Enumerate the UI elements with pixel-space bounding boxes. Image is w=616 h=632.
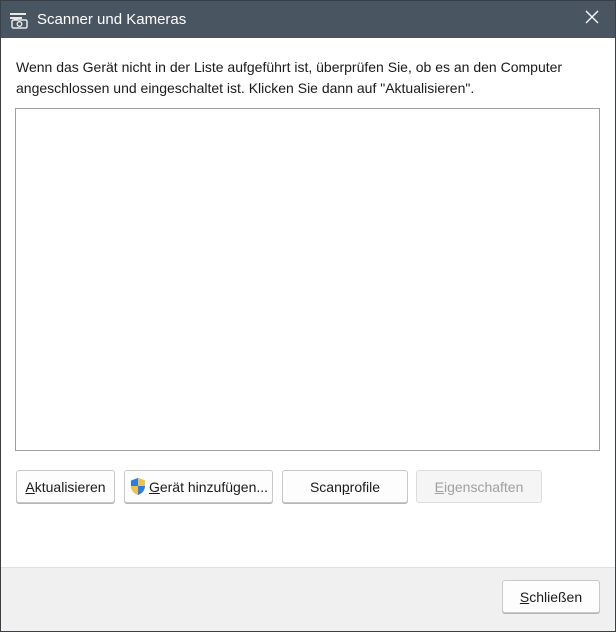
refresh-button[interactable]: Aktualisieren: [16, 470, 115, 503]
refresh-label-mnemonic: A: [25, 478, 35, 495]
scanner-camera-icon: [9, 10, 31, 30]
add-device-label-post: erät hinzufügen...: [159, 478, 269, 495]
instruction-line-1: Wenn das Gerät nicht in der Liste aufgef…: [16, 59, 563, 75]
instruction-text: Wenn das Gerät nicht in der Liste aufgef…: [16, 57, 606, 99]
close-button[interactable]: Schließen: [502, 580, 600, 613]
close-label-post: chließen: [529, 588, 583, 605]
device-list[interactable]: [15, 108, 600, 451]
dialog-footer: Schließen: [1, 567, 615, 631]
properties-button[interactable]: Eigenschaften: [416, 470, 542, 503]
scan-profiles-button[interactable]: Scan p rofile: [282, 470, 408, 503]
scan-profiles-label-post: rofile: [349, 478, 381, 495]
uac-shield-icon: [129, 477, 147, 496]
close-window-button[interactable]: [569, 1, 615, 38]
add-device-button[interactable]: Gerät hinzufügen...: [124, 470, 273, 503]
refresh-label-post: ktualisieren: [34, 478, 106, 495]
scan-profiles-label-mnemonic: p: [341, 478, 350, 495]
title-bar[interactable]: Scanner und Kameras: [1, 1, 615, 38]
scan-profiles-label-pre: Scan: [309, 478, 342, 495]
add-device-label-mnemonic: G: [148, 478, 160, 495]
instruction-line-2: angeschlossen und eingeschaltet ist. Kli…: [16, 80, 475, 96]
close-label-mnemonic: S: [519, 588, 530, 605]
properties-label-post: igenschaften: [443, 478, 524, 495]
properties-label-mnemonic: E: [434, 478, 444, 495]
window-title: Scanner und Kameras: [37, 11, 187, 28]
close-icon: [585, 10, 599, 29]
scanner-cameras-dialog: Scanner und Kameras Wenn das Gerät nicht…: [0, 0, 616, 632]
